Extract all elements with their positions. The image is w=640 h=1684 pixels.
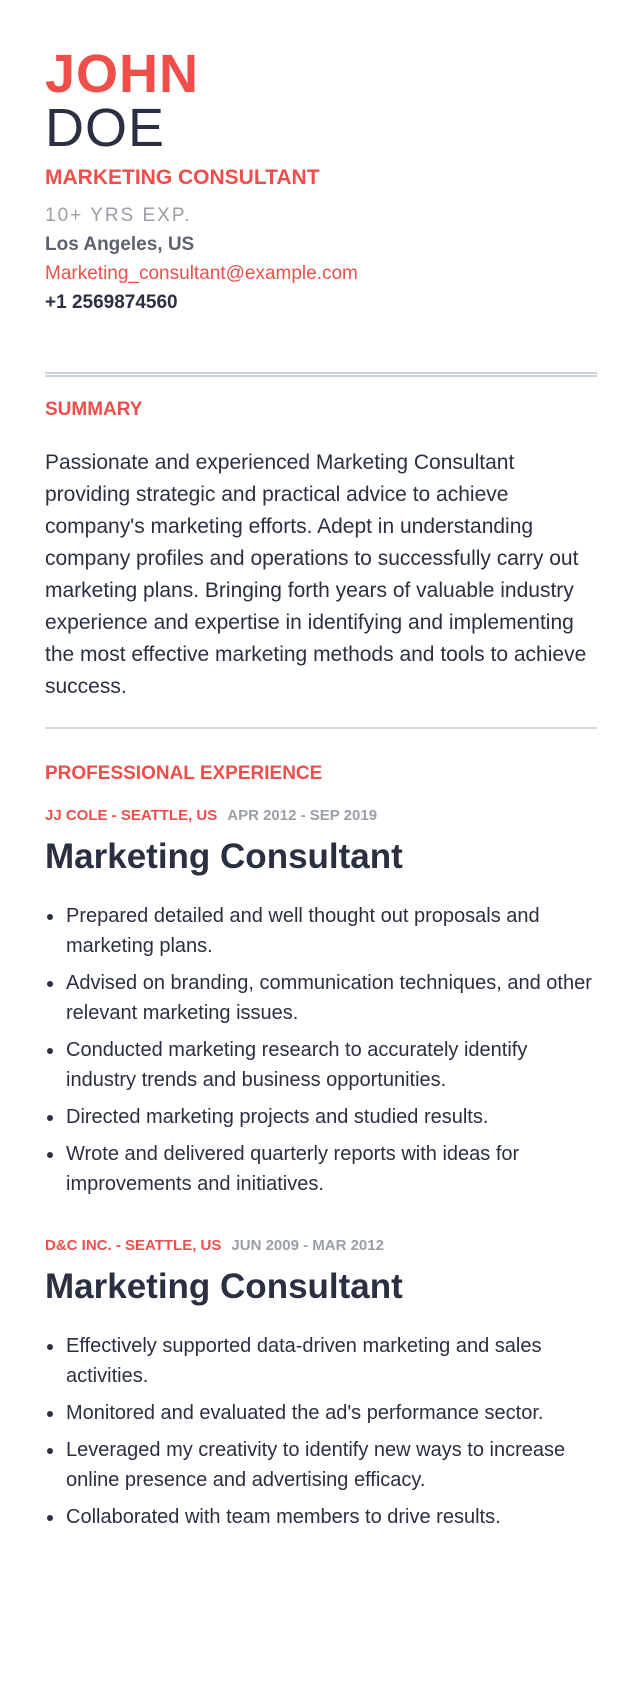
bullet-icon [47,1115,53,1121]
bullet-icon [47,1515,53,1521]
list-item: Prepared detailed and well thought out p… [45,901,597,961]
years-experience: 10+ YRS EXP. [45,205,192,226]
list-item: Directed marketing projects and studied … [45,1102,597,1132]
experience-heading: PROFESSIONAL EXPERIENCE [45,763,323,784]
bullet-icon [47,914,53,920]
bullet-icon [47,1411,53,1417]
location: Los Angeles, US [45,234,195,255]
list-item: Effectively supported data-driven market… [45,1331,597,1391]
summary-text: Passionate and experienced Marketing Con… [45,451,587,698]
job-title: MARKETING CONSULTANT [45,166,320,189]
first-name: JOHN [45,44,200,104]
job-dates: JUN 2009 - MAR 2012 [231,1237,384,1254]
job-company: JJ COLE - SEATTLE, US [45,807,218,824]
job-company: D&C INC. - SEATTLE, US [45,1237,222,1254]
list-item: Conducted marketing research to accurate… [45,1035,597,1095]
email-link[interactable]: Marketing_consultant@example.com [45,262,358,286]
job-bullets: Prepared detailed and well thought out p… [45,901,597,1206]
summary-heading: SUMMARY [45,399,143,420]
list-item: Wrote and delivered quarterly reports wi… [45,1139,597,1199]
job-role: Marketing Consultant [45,1267,403,1306]
job-meta: D&C INC. - SEATTLE, US JUN 2009 - MAR 201… [45,1236,384,1256]
job-role: Marketing Consultant [45,837,403,876]
job-meta: JJ COLE - SEATTLE, US APR 2012 - SEP 2019 [45,806,377,826]
last-name: DOE [45,98,166,158]
list-item: Monitored and evaluated the ad's perform… [45,1398,597,1428]
list-item: Leveraged my creativity to identify new … [45,1435,597,1495]
job-bullets: Effectively supported data-driven market… [45,1331,597,1539]
bullet-icon [47,1152,53,1158]
bullet-icon [47,1344,53,1350]
section-divider [45,727,597,729]
bullet-icon [47,1048,53,1054]
bullet-icon [47,1448,53,1454]
header-divider [45,372,597,377]
job-dates: APR 2012 - SEP 2019 [227,807,378,824]
list-item: Advised on branding, communication techn… [45,968,597,1028]
list-item: Collaborated with team members to drive … [45,1502,597,1532]
bullet-icon [47,981,53,987]
phone-number: +1 2569874560 [45,292,178,313]
